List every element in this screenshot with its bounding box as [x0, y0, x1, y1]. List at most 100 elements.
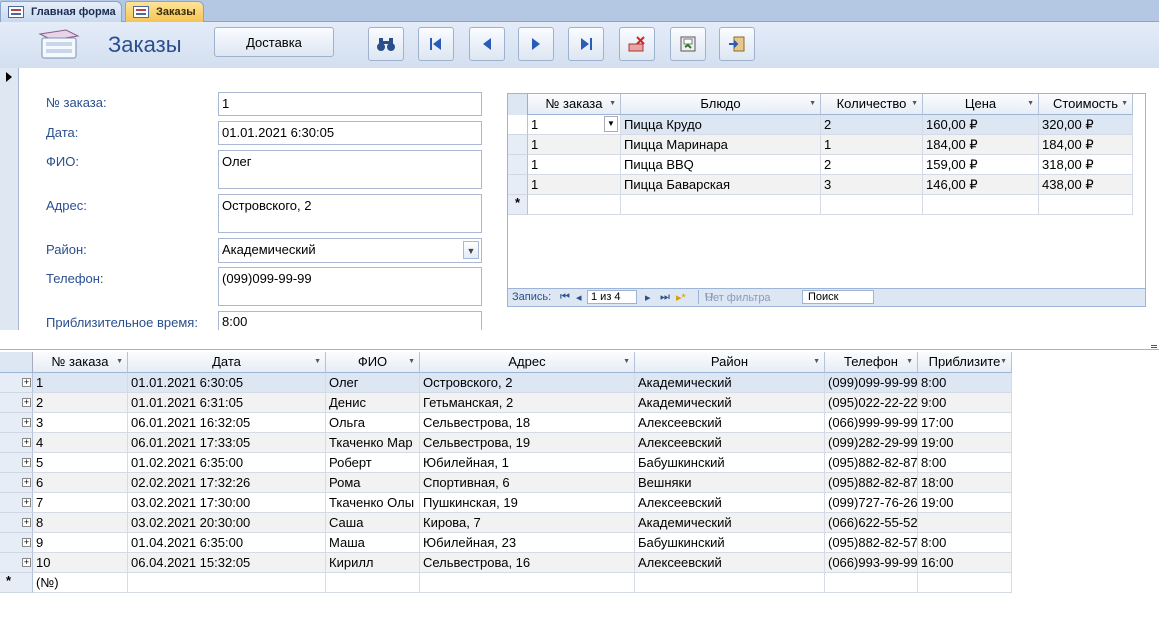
table-cell[interactable]: 2 [821, 115, 923, 135]
expand-icon[interactable]: + [22, 538, 31, 547]
chevron-down-icon[interactable]: ▼ [809, 100, 816, 107]
row-selector[interactable]: + [0, 393, 33, 413]
table-cell[interactable]: 4 [33, 433, 128, 453]
table-cell[interactable]: 19:00 [918, 493, 1012, 513]
table-cell[interactable]: 438,00 ₽ [1039, 175, 1133, 195]
save-button[interactable] [670, 27, 706, 61]
table-cell[interactable]: (066)993-99-99 [825, 553, 918, 573]
district-combobox[interactable]: Академический ▼ [218, 238, 482, 263]
table-cell[interactable]: 7 [33, 493, 128, 513]
last-record-icon[interactable]: ⏭ [660, 291, 670, 304]
row-selector[interactable]: + [0, 513, 33, 533]
table-cell[interactable]: 01.04.2021 6:35:00 [128, 533, 326, 553]
table-cell[interactable]: Алексеевский [635, 553, 825, 573]
first-record-icon[interactable]: ⏮ [560, 291, 570, 304]
row-selector[interactable]: + [0, 553, 33, 573]
prev-record-icon[interactable]: ◂ [576, 291, 582, 304]
row-selector[interactable]: + [0, 413, 33, 433]
table-cell[interactable]: Олег [326, 373, 420, 393]
table-cell[interactable]: Роберт [326, 453, 420, 473]
table-cell[interactable]: 01.02.2021 6:35:00 [128, 453, 326, 473]
table-cell[interactable]: 320,00 ₽ [1039, 115, 1133, 135]
find-button[interactable] [368, 27, 404, 61]
row-selector[interactable] [508, 135, 528, 155]
table-cell[interactable]: Пушкинская, 19 [420, 493, 635, 513]
new-row-cell[interactable] [528, 195, 621, 215]
table-cell[interactable]: (099)099-99-99 [825, 373, 918, 393]
table-cell[interactable]: 17:00 [918, 413, 1012, 433]
subform-col-quantity[interactable]: Количество ▼ [821, 94, 923, 115]
table-cell[interactable]: Пицца Баварская [621, 175, 821, 195]
chevron-down-icon[interactable]: ▼ [463, 241, 479, 259]
table-cell[interactable]: (095)882-82-87 [825, 453, 918, 473]
new-row-cell[interactable] [923, 195, 1039, 215]
new-row-cell[interactable] [825, 573, 918, 593]
table-cell[interactable]: 5 [33, 453, 128, 473]
phone-field[interactable]: (099)099-99-99 [218, 267, 482, 306]
table-cell[interactable]: 1 [528, 175, 621, 195]
prev-record-button[interactable] [469, 27, 505, 61]
approx-time-field[interactable]: 8:00 [218, 311, 482, 330]
row-selector[interactable] [508, 175, 528, 195]
chevron-down-icon[interactable]: ▼ [813, 358, 820, 365]
table-cell[interactable]: 03.02.2021 17:30:00 [128, 493, 326, 513]
chevron-down-icon[interactable]: ▼ [1000, 358, 1007, 365]
tab-orders[interactable]: Заказы [125, 1, 204, 22]
subform-select-all[interactable] [508, 94, 528, 115]
col-address[interactable]: Адрес ▼ [420, 352, 635, 373]
chevron-down-icon[interactable]: ▼ [116, 358, 123, 365]
col-approx-time[interactable]: Приблизите ▼ [918, 352, 1012, 373]
table-cell[interactable]: (099)282-29-99 [825, 433, 918, 453]
table-cell[interactable]: 159,00 ₽ [923, 155, 1039, 175]
table-cell[interactable]: Сельвестрова, 19 [420, 433, 635, 453]
new-row-cell[interactable] [420, 573, 635, 593]
new-row-marker[interactable]: * [508, 195, 528, 215]
table-cell[interactable]: Маша [326, 533, 420, 553]
expand-icon[interactable]: + [22, 558, 31, 567]
table-cell[interactable]: 8:00 [918, 533, 1012, 553]
row-selector[interactable] [508, 115, 528, 135]
new-row-cell[interactable]: (№) [33, 573, 128, 593]
table-cell[interactable]: Спортивная, 6 [420, 473, 635, 493]
chevron-down-icon[interactable]: ▼ [906, 358, 913, 365]
table-cell[interactable] [918, 513, 1012, 533]
new-row-cell[interactable] [128, 573, 326, 593]
row-selector[interactable]: + [0, 433, 33, 453]
new-row-cell[interactable] [621, 195, 821, 215]
table-cell[interactable]: Бабушкинский [635, 533, 825, 553]
col-date[interactable]: Дата ▼ [128, 352, 326, 373]
table-cell[interactable]: (099)727-76-26 [825, 493, 918, 513]
chevron-down-icon[interactable]: ▼ [314, 358, 321, 365]
table-cell[interactable]: 1 [528, 155, 621, 175]
new-row-cell[interactable] [1039, 195, 1133, 215]
table-cell[interactable]: Кирилл [326, 553, 420, 573]
table-cell[interactable]: (066)999-99-99 [825, 413, 918, 433]
table-cell[interactable]: 10 [33, 553, 128, 573]
table-cell[interactable]: Сельвестрова, 18 [420, 413, 635, 433]
table-cell[interactable]: 8:00 [918, 453, 1012, 473]
table-cell[interactable]: 03.02.2021 20:30:00 [128, 513, 326, 533]
table-cell[interactable]: 6 [33, 473, 128, 493]
table-cell[interactable]: 8:00 [918, 373, 1012, 393]
tab-main-form[interactable]: Главная форма [0, 1, 122, 22]
table-cell[interactable]: Пицца Маринара [621, 135, 821, 155]
col-name[interactable]: ФИО ▼ [326, 352, 420, 373]
exit-button[interactable] [719, 27, 755, 61]
split-divider[interactable] [0, 330, 1159, 350]
chevron-down-icon[interactable]: ▼ [408, 358, 415, 365]
table-cell[interactable]: Академический [635, 373, 825, 393]
expand-icon[interactable]: + [22, 498, 31, 507]
table-cell[interactable]: 16:00 [918, 553, 1012, 573]
table-cell[interactable]: Пицца Крудо [621, 115, 821, 135]
table-cell[interactable]: 1 [528, 135, 621, 155]
table-cell[interactable]: Рома [326, 473, 420, 493]
table-cell[interactable]: Кирова, 7 [420, 513, 635, 533]
table-cell[interactable]: (095)022-22-22 [825, 393, 918, 413]
table-cell[interactable]: (095)882-82-87 [825, 473, 918, 493]
new-row-cell[interactable] [821, 195, 923, 215]
expand-icon[interactable]: + [22, 378, 31, 387]
chevron-down-icon[interactable]: ▼ [609, 100, 616, 107]
table-cell[interactable]: 02.02.2021 17:32:26 [128, 473, 326, 493]
datasheet-select-all[interactable] [0, 352, 33, 373]
table-cell[interactable]: 1 [33, 373, 128, 393]
